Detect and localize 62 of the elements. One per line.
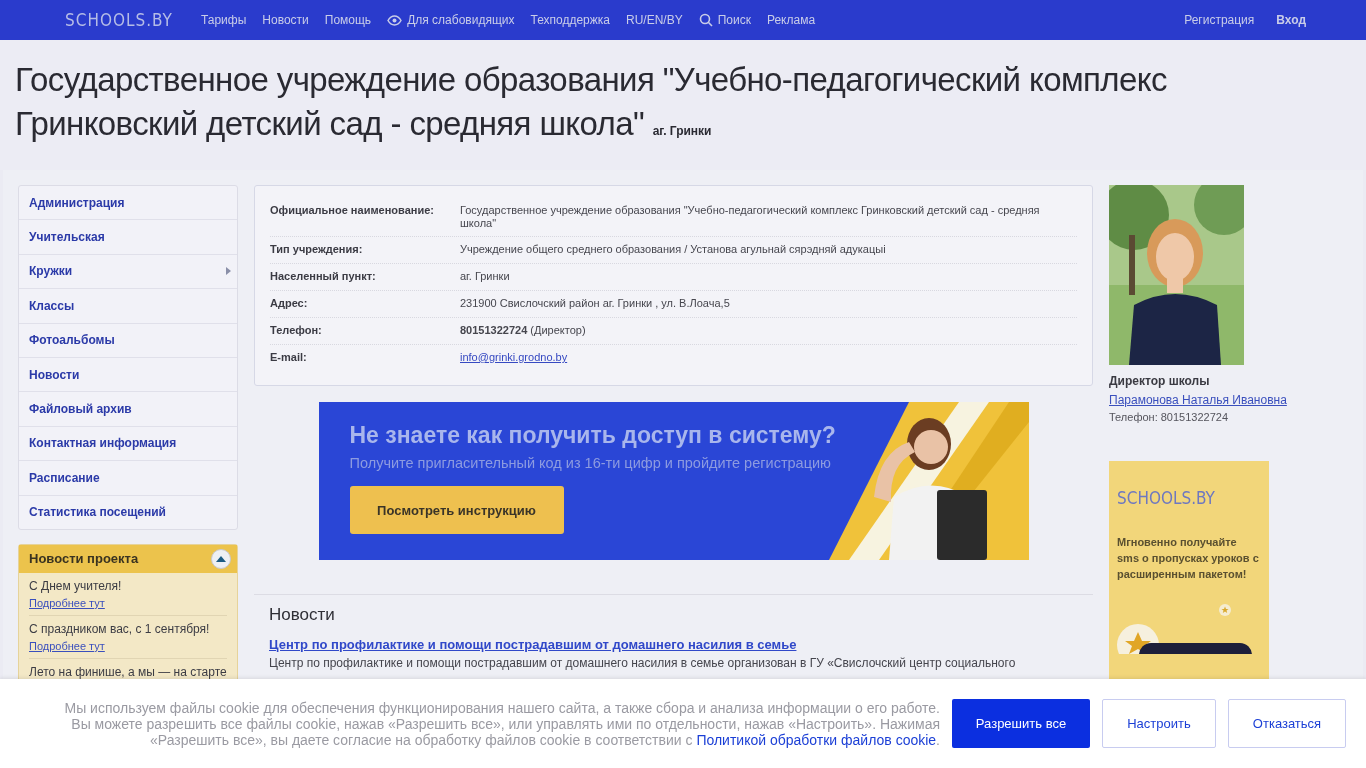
news-excerpt: Центр по профилактике и помощи пострадавшим от домашнего насилия в семье организован в ГУ «Свислочский центр социального <box>269 656 1017 670</box>
more-link[interactable]: Подробнее тут <box>29 596 227 609</box>
menu-item[interactable]: Фотоальбомы <box>19 323 237 358</box>
news-heading: Новости <box>269 605 336 625</box>
cookie-policy-link[interactable]: Политикой обработки файлов cookie <box>696 731 937 748</box>
cookie-button[interactable]: Отказаться <box>1228 699 1346 748</box>
field-value: аг. Гринки <box>460 270 510 283</box>
cookie-button[interactable]: Настроить <box>1102 699 1216 748</box>
promo-title: Не знаете как получить доступ в систему? <box>349 422 836 449</box>
menu-item[interactable]: Администрация <box>19 186 237 221</box>
email-link[interactable]: info@grinki.grodno.by <box>460 351 568 364</box>
field-label: Адрес: <box>270 297 309 309</box>
panel-title: Новости проекта <box>29 551 139 567</box>
nav-link[interactable]: Техподдержка <box>530 13 610 27</box>
nav-link[interactable]: Помощь <box>324 13 372 27</box>
more-link[interactable]: Подробнее тут <box>29 639 227 652</box>
nav-link[interactable]: Реклама <box>766 13 816 27</box>
login-link[interactable]: Вход <box>1276 13 1306 27</box>
menu-item[interactable]: Статистика посещений <box>19 495 237 529</box>
nav-link[interactable]: Новости <box>262 13 309 27</box>
collapse-button[interactable] <box>211 548 231 569</box>
news-headline: Лето на финише, а мы — на старте <box>29 664 227 679</box>
field-value: Государственное учреждение образования "Учебно-педагогический комплекс Гринковский детский сад - средняя школа" <box>460 204 1041 230</box>
field-label: Населенный пункт: <box>270 270 377 282</box>
instruction-button[interactable]: Посмотреть инструкцию <box>349 486 564 534</box>
director-phone: Телефон: 80151322724 <box>1109 411 1229 423</box>
nav-link[interactable]: Для слабовидящих <box>387 13 515 27</box>
news-title-link[interactable]: Центр по профилактике и помощи пострадавшим от домашнего насилия в семье <box>269 637 797 652</box>
search-icon <box>698 13 713 27</box>
ad-text: Мгновенно получайте sms о пропусках уроков с расширенным пакетом! <box>1117 535 1260 582</box>
field-value: 231900 Свислочский район аг. Гринки , ул. В.Лоача,5 <box>460 297 730 310</box>
cookie-button[interactable]: Разрешить все <box>952 699 1090 748</box>
menu-item[interactable]: Расписание <box>19 461 237 496</box>
field-label: Тип учреждения: <box>270 243 364 255</box>
menu-item[interactable]: Классы <box>19 289 237 324</box>
menu-item[interactable]: Контактная информация <box>19 426 237 462</box>
menu-item[interactable]: Файловый архив <box>19 392 237 427</box>
news-headline: С Днем учителя! <box>29 578 123 593</box>
cookie-notice: Мы используем файлы cookie для обеспечения функционирования нашего сайта, а также сбора и анализа информации о его работе. Вы можете разрешить все файлы cookie, нажав «Разрешить все», или управлять ими по отдельности, нажав «Настроить». Нажимая «Разрешить все», вы даете согласие на обработку файлов cookie в соответствии с Политикой обработки файлов cookie. <box>63 699 940 748</box>
caret-up-icon <box>216 555 226 562</box>
ad-logo: SCHOOLS.BY <box>1117 488 1215 508</box>
nav-link[interactable]: Тарифы <box>200 13 247 27</box>
director-name-link[interactable]: Парамонова Наталья Ивановна <box>1109 393 1287 407</box>
site-logo[interactable]: SCHOOLS.BY <box>65 10 173 30</box>
field-value: 80151322724 (Директор) <box>460 324 586 337</box>
star-icon <box>1219 604 1231 616</box>
director-role: Директор школы <box>1109 374 1210 388</box>
menu-item[interactable]: Учительская <box>19 220 237 255</box>
locality-label: аг. Гринки <box>652 123 712 138</box>
menu-item[interactable]: Кружки <box>19 254 237 290</box>
nav-link[interactable]: Поиск <box>698 13 751 27</box>
promo-subtitle: Получите пригласительный код из 16-ти цифр и пройдите регистрацию <box>349 455 831 471</box>
field-value: Учреждение общего среднего образования / Установа агульнай сярэдняй адукацыі <box>460 243 886 256</box>
news-headline: С праздником вас, с 1 сентября! <box>29 621 211 636</box>
eye-icon <box>387 14 403 26</box>
school-title: Государственное учреждение образования "Учебно-педагогический комплекс Гринковский детский сад - средняя школа" аг. Гринки <box>15 59 1168 144</box>
nav-link[interactable]: RU/EN/BY <box>626 13 683 27</box>
field-label: Официальное наименование: <box>270 204 435 216</box>
field-label: Телефон: <box>270 324 323 336</box>
register-link[interactable]: Регистрация <box>1184 13 1255 27</box>
field-label: E-mail: <box>270 351 308 363</box>
menu-item[interactable]: Новости <box>19 357 237 393</box>
